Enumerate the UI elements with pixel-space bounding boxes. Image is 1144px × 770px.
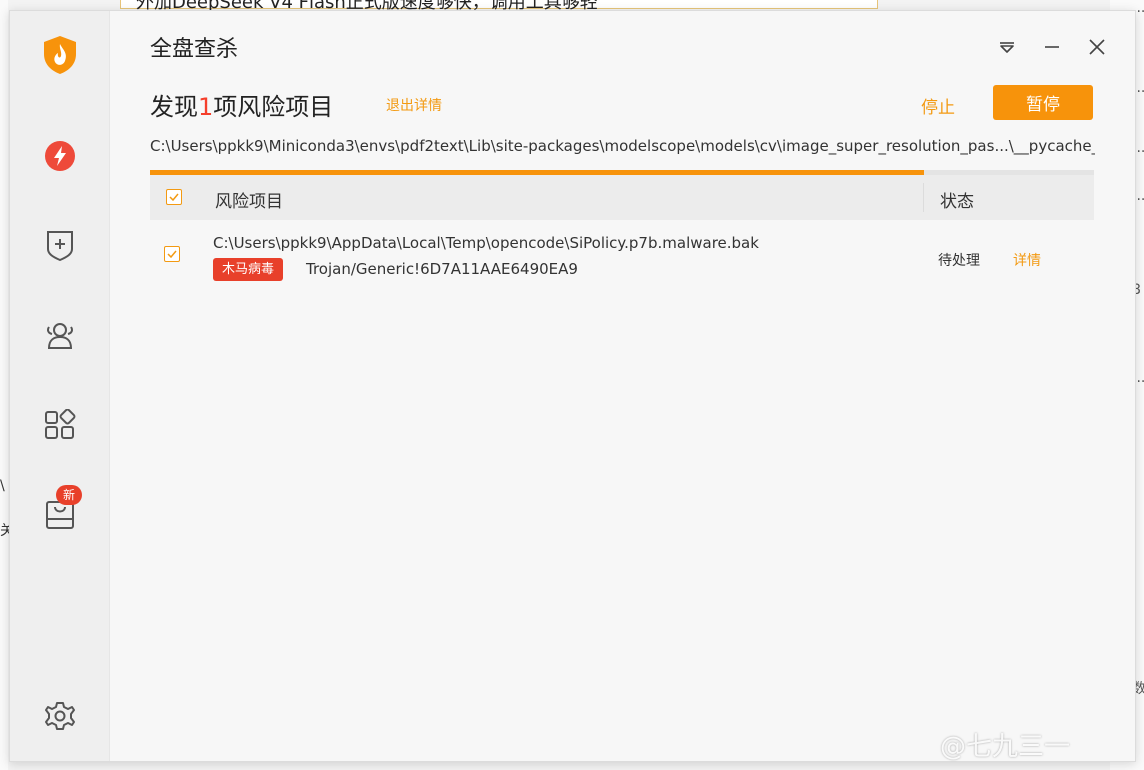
exit-details-link[interactable]: 退出详情 (386, 95, 442, 115)
menu-icon[interactable] (995, 35, 1019, 59)
watermark-text: @七九三一 (940, 732, 1071, 762)
found-count: 1 (198, 93, 214, 121)
shield-plus-icon[interactable] (40, 225, 80, 265)
current-scan-path: C:\Users\ppkk9\Miniconda3\envs\pdf2text\… (150, 137, 1095, 155)
close-icon[interactable] (1085, 35, 1109, 59)
scan-result-headline: 发现1项风险项目 (150, 87, 333, 122)
found-suffix: 项风险项目 (213, 93, 334, 121)
column-header-item: 风险项目 (215, 192, 283, 212)
column-header-status: 状态 (940, 192, 974, 212)
table-row: C:\Users\ppkk9\AppData\Local\Temp\openco… (150, 227, 1094, 287)
row-checkbox[interactable] (164, 246, 180, 262)
apps-grid-icon[interactable] (40, 405, 80, 445)
select-all-checkbox[interactable] (166, 189, 182, 205)
minimize-icon[interactable] (1040, 35, 1064, 59)
users-icon[interactable] (40, 315, 80, 355)
background-left-panel: \ 关 (0, 0, 14, 770)
stop-button[interactable]: 停止 (914, 93, 962, 118)
lightning-icon[interactable] (40, 136, 80, 176)
window-title: 全盘查杀 (150, 37, 239, 62)
results-table-header: 风险项目 状态 (150, 175, 1094, 220)
threat-category-tag: 木马病毒 (213, 258, 284, 281)
pause-button[interactable]: 暂停 (993, 85, 1093, 120)
row-detail-link[interactable]: 详情 (1013, 250, 1041, 270)
gear-icon[interactable] (40, 696, 80, 736)
new-badge: 新 (56, 485, 83, 505)
threat-name: Trojan/Generic!6D7A11AAE6490EA9 (306, 260, 578, 278)
sidebar: 新 (10, 11, 110, 761)
scan-window: 新 全盘查杀 发现1项风险项目 退出详情 停止 暂停 C:\Users\ppkk… (9, 10, 1136, 762)
row-status: 待处理 (938, 253, 980, 269)
background-left-fragment: \ (0, 478, 5, 494)
app-logo-icon (40, 35, 80, 75)
risk-file-path: C:\Users\ppkk9\AppData\Local\Temp\openco… (213, 234, 759, 252)
found-prefix: 发现 (150, 93, 198, 121)
column-divider (923, 183, 924, 212)
